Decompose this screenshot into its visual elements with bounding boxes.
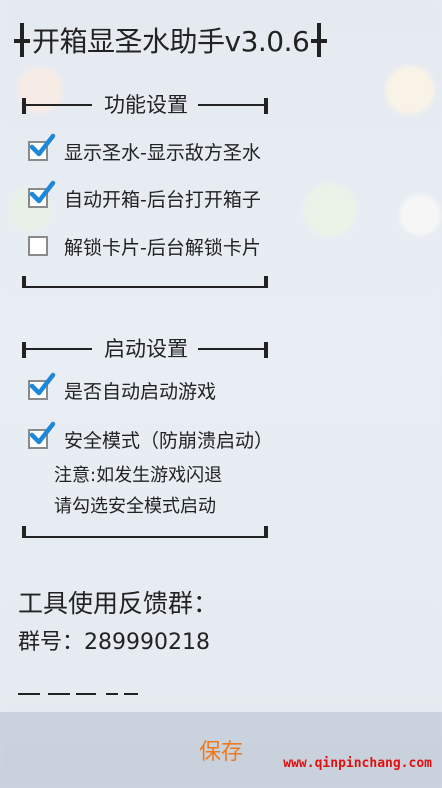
checkmark-icon	[29, 133, 56, 157]
section-header: 功能设置	[22, 92, 268, 120]
option-label: 解锁卡片-后台解锁卡片	[64, 236, 261, 259]
save-button[interactable]: 保存	[171, 730, 271, 770]
section-title-features: 功能设置	[104, 93, 188, 117]
settings-dialog: 开箱显圣水助手v3.0.6 功能设置 显示圣水-显示敌方圣水 自动开箱-后台打开…	[0, 0, 442, 712]
section-title-startup: 启动设置	[104, 337, 188, 361]
checkmark-icon	[29, 421, 56, 445]
clipped-text-line	[18, 690, 140, 698]
safe-mode-note-line2: 请勾选安全模式启动	[54, 496, 216, 517]
option-show-elixir[interactable]: 显示圣水-显示敌方圣水	[28, 133, 261, 168]
checkbox-unlock-cards[interactable]	[28, 236, 48, 256]
option-label: 安全模式（防崩溃启动）	[64, 429, 274, 452]
option-label: 显示圣水-显示敌方圣水	[64, 141, 261, 164]
checkmark-icon	[29, 180, 56, 204]
dialog-title-row: 开箱显圣水助手v3.0.6	[14, 18, 328, 62]
cross-ornament-icon	[14, 23, 30, 57]
site-watermark: www.qinpinchang.com	[283, 756, 432, 771]
checkbox-auto-open-chest[interactable]	[28, 180, 56, 208]
section-header: 启动设置	[22, 336, 268, 364]
section-footer	[22, 276, 268, 288]
option-label: 自动开箱-后台打开箱子	[64, 188, 261, 211]
option-label: 是否自动启动游戏	[64, 380, 217, 403]
checkbox-auto-launch-game[interactable]	[28, 372, 56, 400]
dialog-title: 开箱显圣水助手v3.0.6	[32, 25, 310, 58]
option-auto-open-chest[interactable]: 自动开箱-后台打开箱子	[28, 180, 261, 215]
checkbox-safe-mode[interactable]	[28, 421, 56, 449]
feedback-group-title: 工具使用反馈群：	[18, 589, 219, 618]
dialog-button-bar: 保存 www.qinpinchang.com	[0, 712, 442, 788]
checkbox-show-elixir[interactable]	[28, 133, 56, 161]
safe-mode-note-line1: 注意:如发生游戏闪退	[54, 465, 223, 486]
option-unlock-cards[interactable]: 解锁卡片-后台解锁卡片	[28, 229, 261, 263]
checkmark-icon	[29, 372, 56, 396]
option-auto-launch-game[interactable]: 是否自动启动游戏	[28, 372, 217, 407]
feedback-group-number: 群号：289990218	[18, 630, 210, 655]
section-footer	[22, 526, 268, 538]
startup-section: 启动设置 是否自动启动游戏 安全模式（防崩溃启动） 注意:如发生游戏闪退 请勾选…	[22, 336, 273, 538]
cross-ornament-icon	[311, 23, 328, 57]
option-safe-mode[interactable]: 安全模式（防崩溃启动）	[28, 421, 274, 456]
features-section: 功能设置 显示圣水-显示敌方圣水 自动开箱-后台打开箱子 解锁卡片-后台解锁卡片	[22, 92, 268, 292]
